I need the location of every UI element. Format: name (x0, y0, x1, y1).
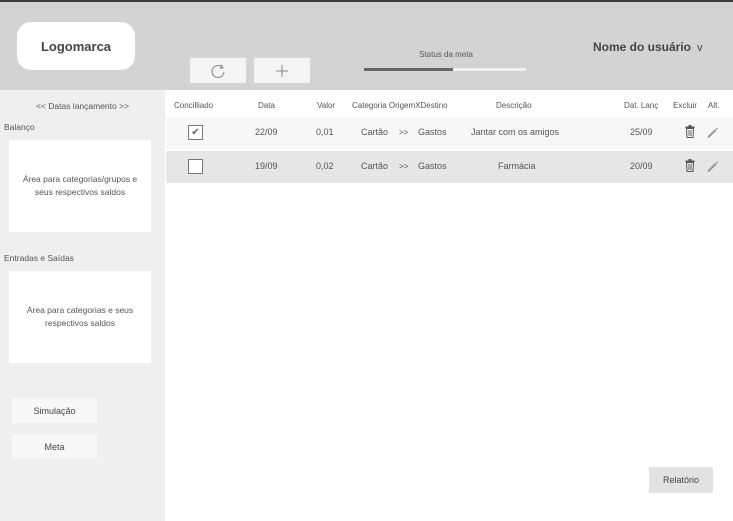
goal-status-bar (364, 68, 526, 71)
trash-icon (685, 159, 695, 172)
add-entry-button[interactable] (254, 58, 310, 83)
flows-panel: Área para categorias e seus respectivos … (9, 271, 151, 363)
destination-cell: Gastos (418, 161, 447, 171)
plus-icon (276, 64, 288, 77)
column-header-reconciled[interactable]: Concilliado (174, 101, 213, 110)
refresh-button[interactable] (190, 58, 246, 83)
delete-button[interactable] (685, 159, 695, 177)
chevron-down-icon: v (697, 42, 703, 54)
edit-button[interactable] (706, 159, 718, 177)
origin-cell: Cartão (361, 127, 389, 137)
origin-destination-arrow: >> (399, 128, 409, 137)
delete-button[interactable] (685, 125, 695, 143)
column-header-date[interactable]: Data (258, 101, 275, 110)
refresh-icon (211, 64, 225, 78)
description-cell: Jantar com os amigos (471, 127, 560, 137)
column-header-description[interactable]: Descrição (496, 101, 532, 110)
date-cell: 22/09 (255, 127, 278, 137)
date-cell: 19/09 (255, 161, 278, 171)
balance-panel: Área para categorias/grupos e seus respe… (9, 140, 151, 232)
flows-title: Entradas e Saídas (4, 253, 74, 263)
column-header-delete: Excluir (673, 101, 698, 110)
origin-destination-arrow: >> (399, 162, 409, 171)
description-cell: Farmácia (498, 161, 536, 171)
value-cell: 0,01 (316, 127, 334, 137)
entry-date-cell: 20/09 (630, 161, 653, 171)
logo[interactable]: Logomarca (17, 22, 135, 70)
origin-cell: Cartão (361, 161, 389, 171)
trash-icon (685, 125, 695, 138)
dates-navigation[interactable]: << Datas lançamento >> (0, 101, 165, 111)
value-cell: 0,02 (316, 161, 334, 171)
column-header-entry-date[interactable]: Dat. Lanç (624, 101, 658, 110)
reconciled-checkbox[interactable] (188, 159, 203, 174)
simulation-button[interactable]: Simulação (12, 398, 97, 423)
sidebar: << Datas lançamento >> Balanço Área para… (0, 90, 165, 521)
column-header-value[interactable]: Valor (317, 101, 335, 110)
table-row[interactable]: 19/09 0,02 Cartão >> Gastos Farmácia 20/… (166, 151, 733, 183)
column-header-category[interactable]: Categoria OrigemXDestino (352, 101, 448, 110)
user-menu[interactable]: Nome do usuário v (593, 40, 703, 54)
edit-button[interactable] (706, 125, 718, 143)
pencil-icon (707, 161, 718, 172)
entry-date-cell: 25/09 (630, 127, 653, 137)
reconciled-checkbox[interactable]: ✔ (188, 125, 203, 140)
user-name: Nome do usuário (593, 40, 692, 54)
column-header-edit: Alt. (708, 101, 720, 110)
goal-button[interactable]: Meta (12, 434, 97, 459)
balance-title: Balanço (4, 122, 35, 132)
goal-status-fill (364, 68, 454, 71)
pencil-icon (707, 127, 718, 138)
report-button[interactable]: Relatório (649, 467, 713, 493)
destination-cell: Gastos (418, 127, 447, 137)
table-row[interactable]: ✔ 22/09 0,01 Cartão >> Gastos Jantar com… (166, 117, 733, 149)
header-bar: Logomarca Status da meta Nome do usuário… (0, 2, 733, 90)
goal-status-label: Status da meta (419, 50, 473, 59)
